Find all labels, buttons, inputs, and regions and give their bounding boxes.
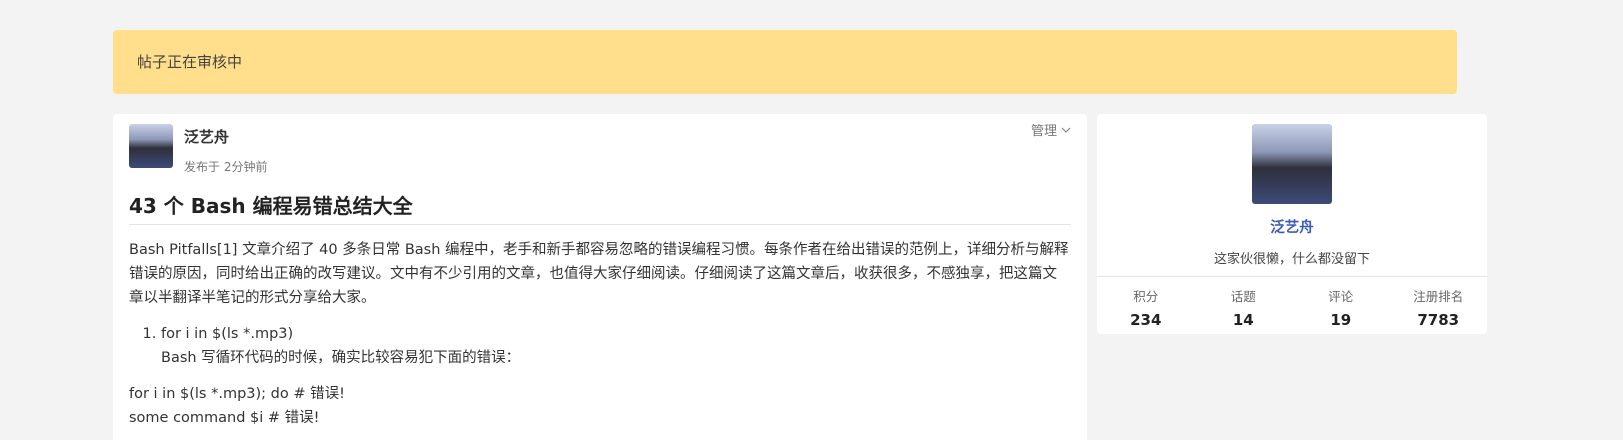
- stat-value: 234: [1130, 311, 1162, 329]
- review-notice-banner: 帖子正在审核中: [113, 30, 1457, 94]
- stat-label: 话题: [1230, 289, 1256, 304]
- author-name[interactable]: 泛艺舟: [184, 126, 229, 147]
- post-intro: Bash Pitfalls[1] 文章介绍了 40 多条日常 Bash 编程中，…: [129, 242, 1069, 306]
- profile-avatar[interactable]: [1252, 124, 1332, 204]
- stat-points: 积分 234: [1097, 286, 1195, 329]
- stat-label: 注册排名: [1413, 289, 1464, 304]
- post-title: 43 个 Bash 编程易错总结大全: [129, 194, 413, 218]
- code-line: for i in $(ls *.mp3); do # 错误!: [129, 386, 345, 402]
- review-notice-text: 帖子正在审核中: [137, 53, 243, 71]
- manage-label: 管理: [1030, 124, 1057, 139]
- stat-comments[interactable]: 评论 19: [1292, 286, 1390, 329]
- code-block: for i in $(ls *.mp3); do # 错误! some comm…: [129, 382, 1071, 430]
- post-card: 泛艺舟 发布于 2分钟前 管理 43 个 Bash 编程易错总结大全 Bash …: [113, 114, 1087, 440]
- divider: [1097, 276, 1487, 277]
- stat-rank: 注册排名 7783: [1390, 286, 1488, 329]
- profile-bio: 这家伙很懒，什么都没留下: [1213, 252, 1370, 267]
- list-item-text: Bash 写循环代码的时候，确实比较容易犯下面的错误：: [161, 350, 521, 366]
- stat-topics[interactable]: 话题 14: [1195, 286, 1293, 329]
- chevron-down-icon: [1061, 127, 1071, 133]
- manage-dropdown[interactable]: 管理: [1031, 120, 1071, 139]
- stat-value: 7783: [1417, 311, 1460, 329]
- post-body: Bash Pitfalls[1] 文章介绍了 40 多条日常 Bash 编程中，…: [129, 238, 1071, 430]
- divider: [129, 224, 1071, 225]
- stat-value: 19: [1330, 311, 1352, 329]
- author-avatar[interactable]: [129, 124, 173, 168]
- author-profile-card: 泛艺舟 这家伙很懒，什么都没留下 积分 234 话题 14 评论 19 注册排名…: [1097, 114, 1487, 334]
- profile-stats: 积分 234 话题 14 评论 19 注册排名 7783: [1097, 286, 1487, 329]
- stat-label: 评论: [1328, 289, 1354, 304]
- stat-label: 积分: [1133, 289, 1159, 304]
- stat-value: 14: [1232, 311, 1254, 329]
- post-time: 发布于 2分钟前: [184, 160, 268, 174]
- list-item: for i in $(ls *.mp3) Bash 写循环代码的时候，确实比较容…: [161, 322, 1071, 370]
- list-item-heading: for i in $(ls *.mp3): [161, 326, 294, 342]
- pitfall-list: for i in $(ls *.mp3) Bash 写循环代码的时候，确实比较容…: [129, 322, 1071, 370]
- code-line: some command $i # 错误!: [129, 410, 320, 426]
- profile-name[interactable]: 泛艺舟: [1097, 216, 1487, 237]
